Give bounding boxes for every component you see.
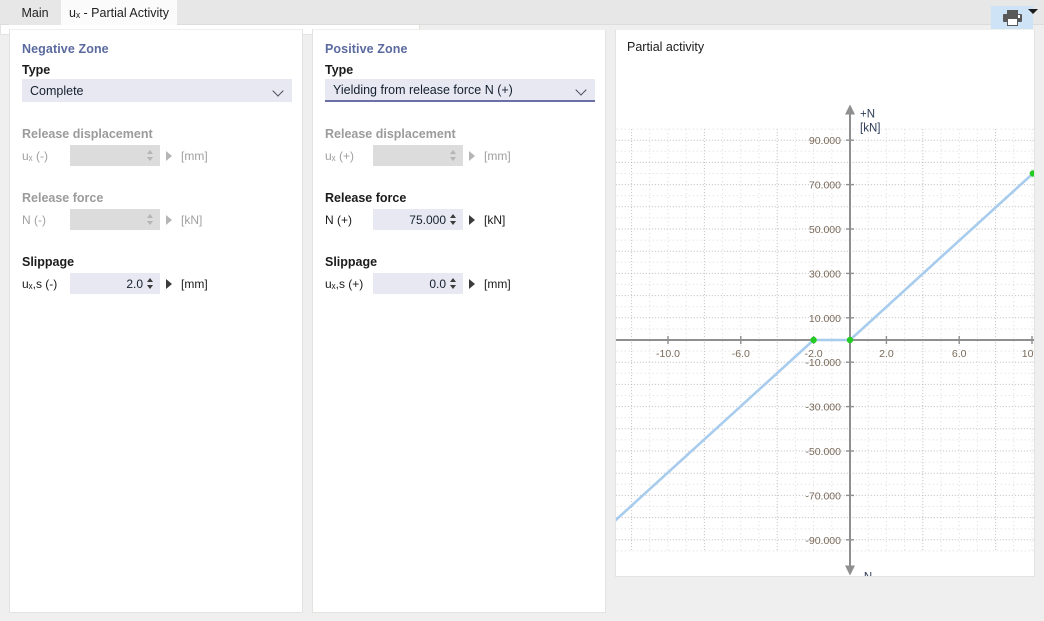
spinner-icon[interactable]: [448, 274, 459, 293]
positive-type-value: Yielding from release force N (+): [333, 82, 513, 97]
negative-zone-title: Negative Zone: [22, 42, 109, 56]
expand-arrow-icon[interactable]: [166, 278, 172, 289]
svg-text:10.0: 10.0: [1022, 348, 1034, 360]
positive-release-displacement-label: Release displacement: [325, 127, 456, 141]
tab-main-label: Main: [21, 5, 49, 20]
tab-partial-activity[interactable]: uₓ - Partial Activity: [61, 0, 177, 25]
expand-arrow-icon[interactable]: [166, 214, 172, 225]
svg-text:-6.0: -6.0: [732, 348, 750, 360]
positive-release-displacement-field-label: uₓ (+): [325, 148, 354, 163]
svg-text:-30.000: -30.000: [805, 402, 841, 414]
partial-activity-chart: -14.0-10.0-6.0-2.02.06.010.014.090.00070…: [616, 104, 1034, 576]
svg-text:-90.000: -90.000: [805, 535, 841, 547]
negative-slippage-value: 2.0: [126, 276, 143, 291]
negative-slippage-label: Slippage: [22, 255, 75, 269]
chevron-down-icon: [273, 85, 284, 96]
positive-slippage-field-label: uₓ,s (+): [325, 276, 364, 291]
graph-panel: Partial activity -14.0-10.0-6.0-2.02.06.…: [615, 29, 1035, 577]
svg-text:-50.000: -50.000: [805, 446, 841, 458]
positive-release-force-row[interactable]: N (+) 75.000 [kN]: [325, 209, 505, 230]
negative-release-force-input[interactable]: [70, 209, 160, 230]
positive-release-force-value: 75.000: [409, 212, 446, 227]
positive-zone-panel: Positive Zone Type Yielding from release…: [312, 29, 606, 613]
svg-text:-10.0: -10.0: [656, 348, 680, 360]
svg-text:70.000: 70.000: [809, 180, 841, 192]
svg-text:[kN]: [kN]: [860, 123, 880, 135]
svg-text:+N: +N: [860, 109, 875, 121]
negative-type-label: Type: [22, 63, 51, 77]
positive-slippage-row[interactable]: uₓ,s (+) 0.0 [mm]: [325, 273, 511, 294]
svg-text:-N: -N: [860, 571, 872, 576]
negative-release-displacement-row[interactable]: uₓ (-) [mm]: [22, 145, 208, 166]
svg-text:10.000: 10.000: [809, 313, 841, 325]
spinner-icon[interactable]: [145, 274, 156, 293]
positive-release-displacement-row[interactable]: uₓ (+) [mm]: [325, 145, 511, 166]
app-window: Main uₓ - Partial Activity Negative Zone…: [0, 0, 1044, 621]
print-dropdown-caret-icon[interactable]: [1028, 9, 1038, 14]
positive-release-displacement-input[interactable]: [373, 145, 463, 166]
spinner-icon[interactable]: [448, 146, 459, 165]
negative-release-force-field-label: N (-): [22, 212, 46, 227]
positive-release-force-field-label: N (+): [325, 212, 352, 227]
positive-slippage-value: 0.0: [429, 276, 446, 291]
negative-slippage-input[interactable]: 2.0: [70, 273, 160, 294]
svg-text:90.000: 90.000: [809, 135, 841, 147]
positive-release-force-input[interactable]: 75.000: [373, 209, 463, 230]
expand-arrow-icon[interactable]: [469, 150, 475, 161]
positive-slippage-unit: [mm]: [484, 276, 511, 291]
negative-release-force-row[interactable]: N (-) [kN]: [22, 209, 202, 230]
expand-arrow-icon[interactable]: [469, 214, 475, 225]
svg-text:30.000: 30.000: [809, 268, 841, 280]
negative-slippage-unit: [mm]: [181, 276, 208, 291]
print-button[interactable]: [991, 6, 1033, 29]
svg-text:-10.000: -10.000: [805, 357, 841, 369]
negative-release-force-unit: [kN]: [181, 212, 203, 227]
tab-main[interactable]: Main: [9, 0, 61, 25]
positive-release-displacement-unit: [mm]: [484, 148, 511, 163]
svg-text:2.0: 2.0: [879, 348, 894, 360]
negative-type-value: Complete: [30, 83, 84, 98]
negative-slippage-row[interactable]: uₓ,s (-) 2.0 [mm]: [22, 273, 208, 294]
negative-slippage-field-label: uₓ,s (-): [22, 276, 58, 291]
negative-release-displacement-input[interactable]: [70, 145, 160, 166]
svg-text:50.000: 50.000: [809, 224, 841, 236]
positive-type-combo[interactable]: Yielding from release force N (+): [325, 79, 595, 102]
negative-release-displacement-field-label: uₓ (-): [22, 148, 48, 163]
printer-icon: [1002, 9, 1022, 26]
positive-slippage-label: Slippage: [325, 255, 378, 269]
negative-release-force-label: Release force: [22, 191, 104, 205]
tab-partial-activity-label: uₓ - Partial Activity: [69, 5, 169, 20]
negative-type-combo[interactable]: Complete: [22, 79, 292, 102]
positive-slippage-input[interactable]: 0.0: [373, 273, 463, 294]
positive-release-force-unit: [kN]: [484, 212, 506, 227]
positive-zone-title: Positive Zone: [325, 42, 408, 56]
spinner-icon[interactable]: [145, 210, 156, 229]
chevron-down-icon: [576, 84, 587, 95]
positive-release-force-label: Release force: [325, 191, 407, 205]
negative-release-displacement-unit: [mm]: [181, 148, 208, 163]
negative-release-displacement-label: Release displacement: [22, 127, 153, 141]
positive-type-label: Type: [325, 63, 354, 77]
tab-bar: Main uₓ - Partial Activity: [0, 0, 1044, 25]
spinner-icon[interactable]: [145, 146, 156, 165]
expand-arrow-icon[interactable]: [469, 278, 475, 289]
spinner-icon[interactable]: [448, 210, 459, 229]
negative-zone-panel: Negative Zone Type Complete Release disp…: [9, 29, 303, 613]
svg-text:6.0: 6.0: [952, 348, 967, 360]
expand-arrow-icon[interactable]: [166, 150, 172, 161]
svg-text:-70.000: -70.000: [805, 490, 841, 502]
